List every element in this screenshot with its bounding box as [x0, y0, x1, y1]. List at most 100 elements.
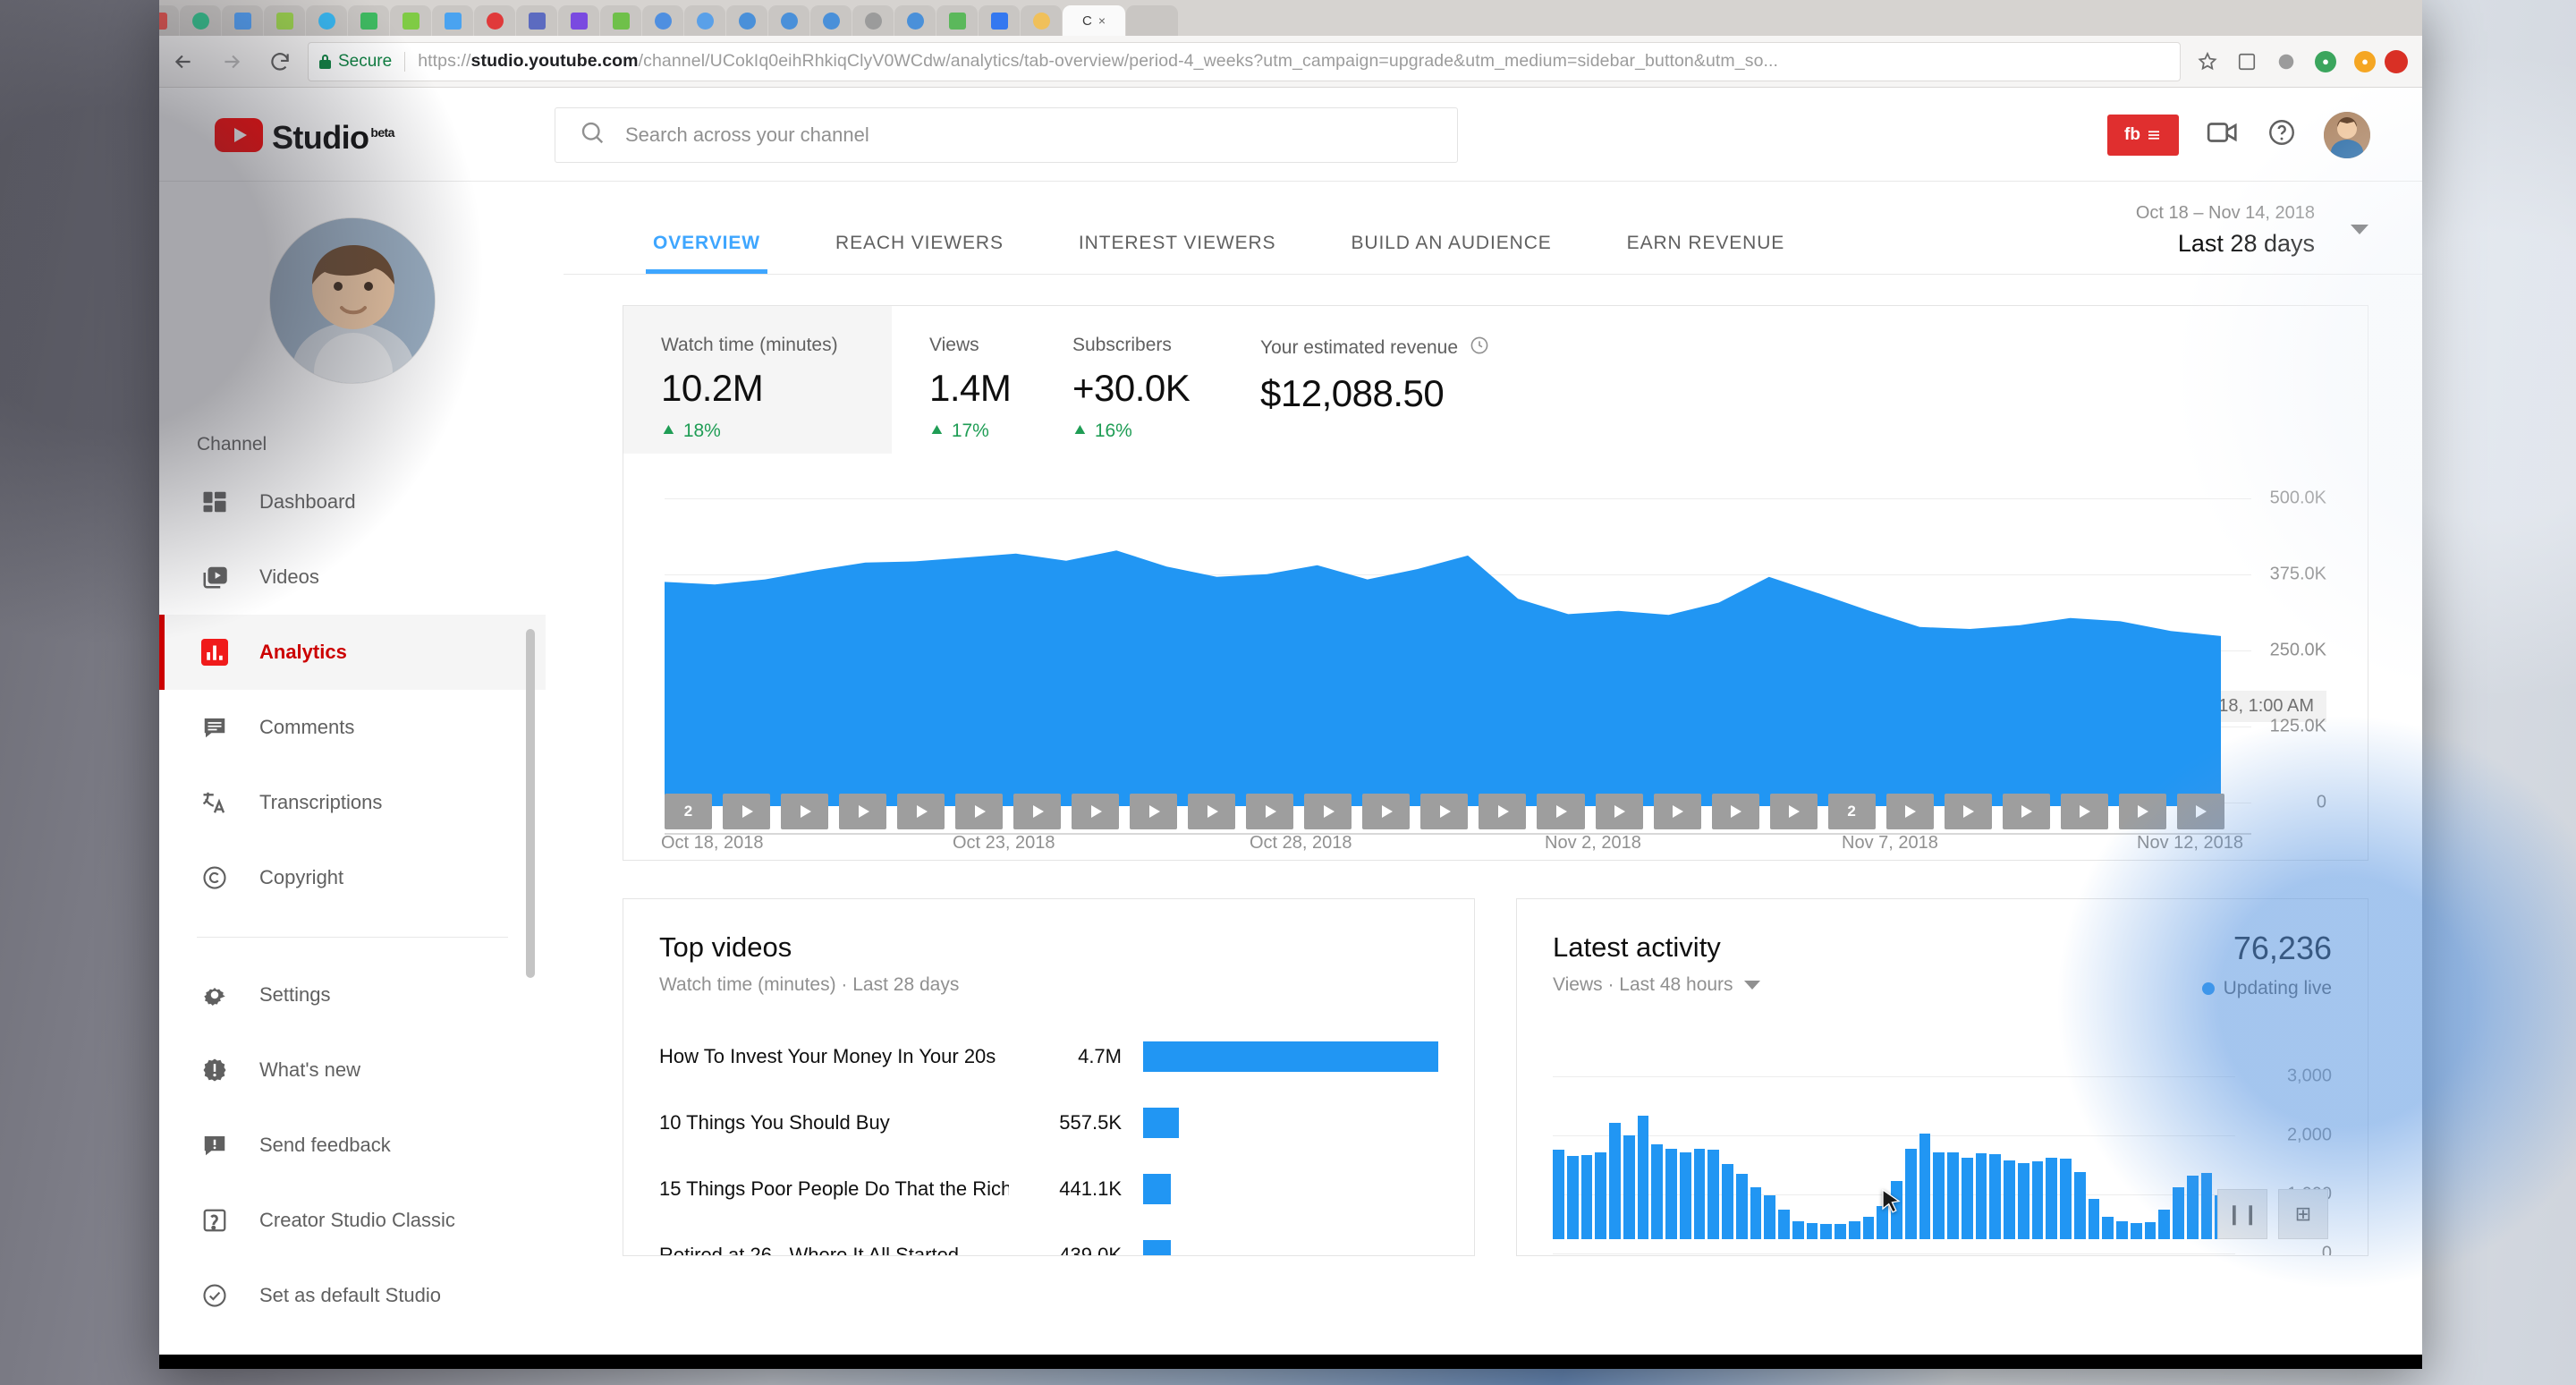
tab-interest-viewers[interactable]: INTEREST VIEWERS: [1079, 233, 1276, 274]
video-thumbnail[interactable]: [1246, 794, 1294, 829]
browser-profile-avatar[interactable]: [2385, 49, 2408, 73]
metric-watch-time[interactable]: Watch time (minutes) 10.2M ⯅ 18%: [623, 306, 892, 454]
video-thumbnail[interactable]: [1885, 794, 1934, 829]
browser-tab[interactable]: [180, 5, 221, 36]
browser-tab[interactable]: [1021, 5, 1062, 36]
pause-icon[interactable]: ❙❙: [2217, 1189, 2267, 1239]
extension-green-icon[interactable]: ●: [2306, 42, 2345, 81]
table-row[interactable]: 15 Things Poor People Do That the Rich A…: [659, 1159, 1438, 1219]
browser-tab[interactable]: [810, 5, 852, 36]
tab-earn-revenue[interactable]: EARN REVENUE: [1627, 233, 1785, 274]
address-bar[interactable]: Secure https://studio.youtube.com/channe…: [308, 41, 2181, 81]
video-thumbnail[interactable]: [1595, 794, 1643, 829]
sidebar-item-dashboard[interactable]: Dashboard: [159, 464, 546, 540]
metric-views[interactable]: Views 1.4M ⯅ 17%: [892, 306, 1035, 454]
browser-tab[interactable]: [684, 5, 725, 36]
video-thumbnail[interactable]: [1537, 794, 1585, 829]
browser-tab[interactable]: [390, 5, 431, 36]
sidebar-item-whats-new[interactable]: What's new: [159, 1032, 546, 1108]
expand-icon[interactable]: ⊞: [2278, 1189, 2328, 1239]
channel-avatar[interactable]: [269, 217, 436, 384]
video-thumbnail[interactable]: [1479, 794, 1527, 829]
clock-info-icon[interactable]: [1469, 335, 1490, 361]
browser-tab[interactable]: [852, 5, 894, 36]
video-thumbnail-count[interactable]: 2: [1827, 794, 1876, 829]
video-camera-icon[interactable]: [2206, 115, 2240, 154]
video-thumbnail[interactable]: [1072, 794, 1120, 829]
video-thumbnail[interactable]: [1769, 794, 1818, 829]
video-thumbnail[interactable]: [1653, 794, 1701, 829]
search-bar[interactable]: [555, 106, 1458, 163]
browser-tab[interactable]: [222, 5, 263, 36]
sidebar-item-analytics[interactable]: Analytics: [159, 615, 546, 690]
video-thumbnail[interactable]: [1711, 794, 1759, 829]
browser-tab[interactable]: [642, 5, 683, 36]
chevron-down-icon[interactable]: [1743, 981, 1760, 990]
video-thumbnail[interactable]: [955, 794, 1004, 829]
browser-tab[interactable]: [348, 5, 389, 36]
browser-tab[interactable]: [726, 5, 767, 36]
search-input[interactable]: [625, 123, 1434, 147]
table-row[interactable]: How To Invest Your Money In Your 20s 4.7…: [659, 1026, 1438, 1087]
table-row[interactable]: 10 Things You Should Buy 557.5K: [659, 1092, 1438, 1153]
video-thumbnail[interactable]: [723, 794, 771, 829]
table-row[interactable]: Retired at 26 - Where It All Started 439…: [659, 1225, 1438, 1255]
puzzle-extension-icon[interactable]: [2267, 42, 2306, 81]
sidebar-item-settings[interactable]: Settings: [159, 957, 546, 1032]
browser-tab[interactable]: [306, 5, 347, 36]
reload-icon[interactable]: [256, 42, 304, 81]
browser-tab-active[interactable]: C ×: [1063, 5, 1125, 36]
video-thumbnail[interactable]: [1362, 794, 1411, 829]
help-circle-icon[interactable]: [2267, 117, 2297, 152]
video-thumbnail[interactable]: [1013, 794, 1062, 829]
sidebar-item-videos[interactable]: Videos: [159, 540, 546, 615]
browser-tabs[interactable]: C ×: [159, 0, 2422, 36]
video-thumbnail-strip[interactable]: 22: [623, 794, 2368, 829]
tab-build-an-audience[interactable]: BUILD AN AUDIENCE: [1351, 233, 1551, 274]
sidebar-item-copyright[interactable]: Copyright: [159, 840, 546, 915]
sidebar-item-creator-studio-classic[interactable]: Creator Studio Classic: [159, 1183, 546, 1258]
browser-tab[interactable]: [159, 5, 179, 36]
browser-tab[interactable]: [894, 5, 936, 36]
close-tab-icon[interactable]: ×: [1098, 13, 1106, 28]
new-tab-button[interactable]: [1126, 5, 1178, 36]
video-thumbnail[interactable]: [781, 794, 829, 829]
sidebar-item-transcriptions[interactable]: Transcriptions: [159, 765, 546, 840]
sidebar-item-send-feedback[interactable]: Send feedback: [159, 1108, 546, 1183]
bookmark-star-icon[interactable]: [2188, 42, 2227, 81]
extension-orange-icon[interactable]: ●: [2345, 42, 2385, 81]
video-thumbnail[interactable]: [2060, 794, 2108, 829]
browser-tab[interactable]: [768, 5, 809, 36]
browser-tab[interactable]: [558, 5, 599, 36]
extension-icon[interactable]: [2227, 42, 2267, 81]
tab-overview[interactable]: OVERVIEW: [645, 233, 768, 274]
date-range-selector[interactable]: Oct 18 – Nov 14, 2018 Last 28 days: [2136, 203, 2422, 274]
metric-subscribers[interactable]: Subscribers +30.0K ⯅ 16%: [1035, 306, 1223, 454]
video-thumbnail[interactable]: [839, 794, 887, 829]
back-arrow-icon[interactable]: [159, 42, 208, 81]
video-thumbnail-count[interactable]: 2: [665, 794, 713, 829]
fb-upgrade-button[interactable]: fb: [2107, 114, 2179, 156]
chevron-down-icon[interactable]: [2351, 225, 2368, 234]
browser-tab[interactable]: [264, 5, 305, 36]
browser-tab[interactable]: [474, 5, 515, 36]
video-thumbnail[interactable]: [1944, 794, 1992, 829]
browser-tab[interactable]: [600, 5, 641, 36]
video-thumbnail[interactable]: [1188, 794, 1236, 829]
browser-tab[interactable]: [516, 5, 557, 36]
sidebar-scrollbar[interactable]: [526, 629, 535, 978]
video-thumbnail[interactable]: [2002, 794, 2050, 829]
studio-logo[interactable]: Studio beta: [215, 115, 555, 156]
browser-tab[interactable]: [936, 5, 978, 36]
video-thumbnail[interactable]: [897, 794, 945, 829]
video-thumbnail[interactable]: [1304, 794, 1352, 829]
video-thumbnail[interactable]: [1420, 794, 1469, 829]
sidebar-item-comments[interactable]: Comments: [159, 690, 546, 765]
metric-estimated-revenue[interactable]: Your estimated revenue $12,088.50: [1223, 306, 1598, 454]
account-avatar[interactable]: [2324, 111, 2370, 158]
browser-tab[interactable]: [432, 5, 473, 36]
video-thumbnail[interactable]: [2176, 794, 2224, 829]
video-thumbnail[interactable]: [2118, 794, 2166, 829]
video-thumbnail[interactable]: [1130, 794, 1178, 829]
sidebar-item-set-as-default-studio[interactable]: Set as default Studio: [159, 1258, 546, 1333]
